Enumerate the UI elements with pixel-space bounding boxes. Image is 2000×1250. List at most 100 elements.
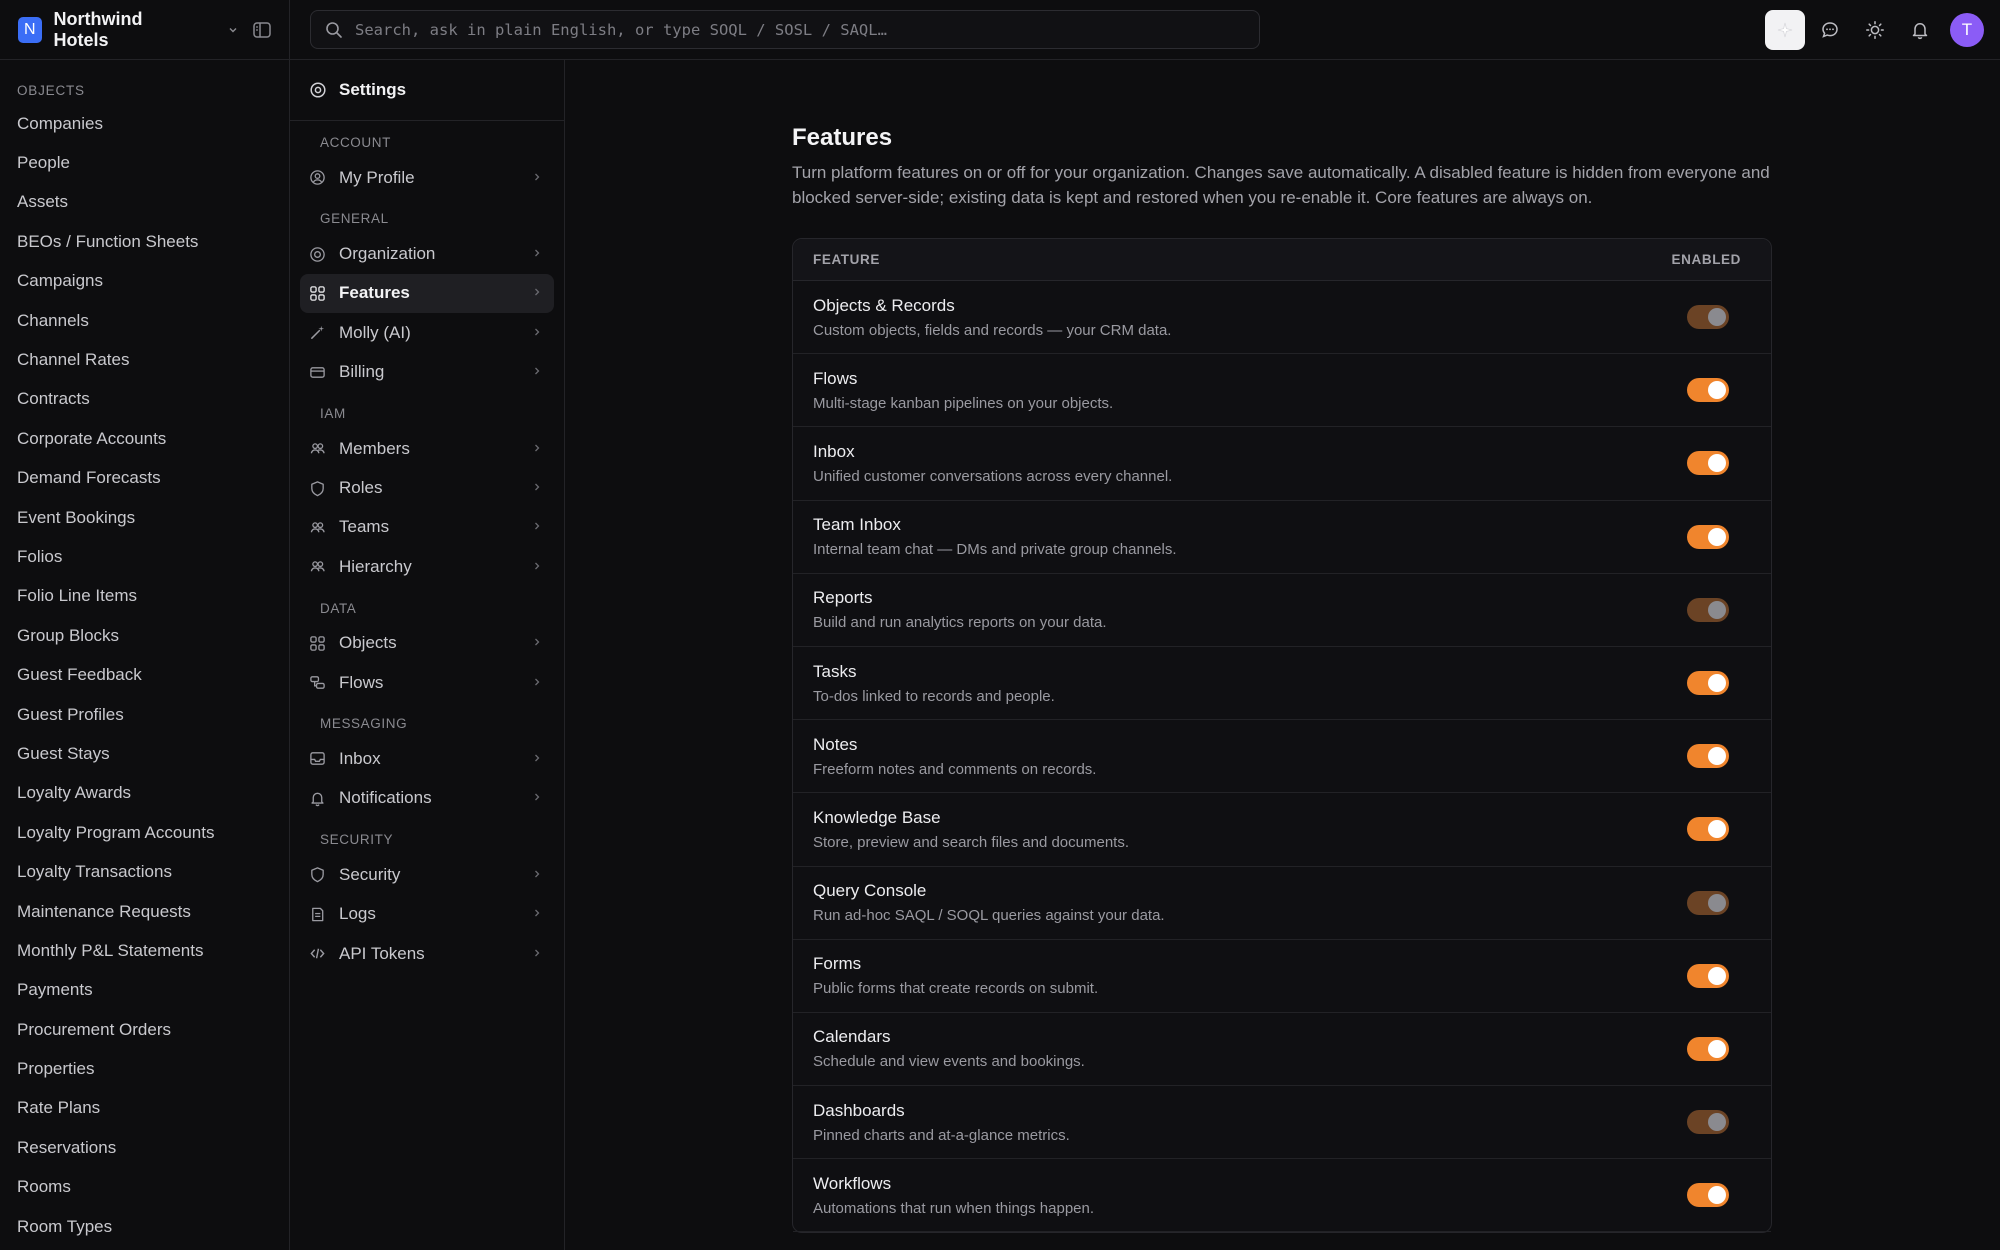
- sidebar-item-group-blocks[interactable]: Group Blocks: [0, 616, 290, 655]
- feature-text: Query Console Run ad-hoc SAQL / SOQL quer…: [813, 881, 1165, 924]
- sidebar-item-event-bookings[interactable]: Event Bookings: [0, 498, 290, 537]
- nav-item-flows[interactable]: Flows: [300, 663, 554, 702]
- sidebar-item-properties[interactable]: Properties: [0, 1049, 290, 1088]
- sidebar-item-folio-line-items[interactable]: Folio Line Items: [0, 577, 290, 616]
- feature-text: Forms Public forms that create records on…: [813, 954, 1098, 997]
- page-description: Turn platform features on or off for you…: [792, 163, 1770, 207]
- sidebar-item-guest-feedback[interactable]: Guest Feedback: [0, 655, 290, 694]
- objects-section-label: OBJECTS: [17, 83, 85, 98]
- sidebar-item-loyalty-program-accounts[interactable]: Loyalty Program Accounts: [0, 813, 290, 852]
- search-box[interactable]: [310, 10, 1260, 49]
- nav-group-label: GENERAL: [320, 211, 389, 227]
- chevron-right-icon: [532, 365, 542, 379]
- chevron-right-icon: [532, 481, 542, 495]
- nav-group-label: MESSAGING: [320, 716, 408, 732]
- sidebar-item-companies[interactable]: Companies: [0, 104, 290, 143]
- sidebar-item-guest-stays[interactable]: Guest Stays: [0, 734, 290, 773]
- nav-group-account: ACCOUNT My Profile: [290, 121, 564, 197]
- sidebar-item-reservations[interactable]: Reservations: [0, 1128, 290, 1167]
- nav-item-objects[interactable]: Objects: [300, 624, 554, 663]
- toggle-knob: [1708, 527, 1726, 546]
- features-table: FEATURE ENABLED Objects & Records Custom …: [792, 238, 1772, 1234]
- toggle-dashboards: [1687, 1110, 1729, 1135]
- nav-item-molly-ai[interactable]: Molly (AI): [300, 313, 554, 352]
- user-circle-icon: [310, 170, 325, 185]
- nav-item-roles[interactable]: Roles: [300, 468, 554, 507]
- chevron-right-icon: [532, 442, 542, 456]
- sidebar-item-assets[interactable]: Assets: [0, 183, 290, 222]
- toggle-reports: [1687, 597, 1729, 622]
- sidebar-item-folios[interactable]: Folios: [0, 537, 290, 576]
- nav-item-logs[interactable]: Logs: [300, 894, 554, 933]
- toggle-team-inbox[interactable]: [1687, 524, 1729, 549]
- toggle-knowledge-base[interactable]: [1687, 817, 1729, 842]
- toggle-forms[interactable]: [1687, 963, 1729, 988]
- feature-description: Internal team chat — DMs and private gro…: [813, 541, 1177, 559]
- sidebar-item-room-types[interactable]: Room Types: [0, 1207, 290, 1246]
- sidebar-item-channel-rates[interactable]: Channel Rates: [0, 340, 290, 379]
- sidebar-item-contracts[interactable]: Contracts: [0, 380, 290, 419]
- nav-item-my-profile[interactable]: My Profile: [300, 158, 554, 197]
- feature-row-flows: Flows Multi-stage kanban pipelines on you…: [793, 354, 1771, 428]
- nav-item-features[interactable]: Features: [300, 273, 554, 314]
- feature-name: Knowledge Base: [813, 807, 941, 827]
- page-title: Features: [792, 124, 893, 151]
- sidebar-item-payments[interactable]: Payments: [0, 971, 290, 1010]
- toggle-workflows[interactable]: [1687, 1183, 1729, 1208]
- nav-item-organization[interactable]: Organization: [300, 234, 554, 273]
- nav-item-members[interactable]: Members: [300, 429, 554, 468]
- notifications-button[interactable]: [1900, 10, 1940, 50]
- sidebar-item-beos-function-sheets[interactable]: BEOs / Function Sheets: [0, 222, 290, 261]
- toggle-flows[interactable]: [1687, 378, 1729, 403]
- feature-name: Reports: [813, 588, 873, 608]
- sidebar-toggle-icon[interactable]: [253, 21, 271, 38]
- toggle-inbox[interactable]: [1687, 451, 1729, 476]
- nav-item-security[interactable]: Security: [300, 855, 554, 894]
- sidebar-item-people[interactable]: People: [0, 143, 290, 182]
- feature-description: Unified customer conversations across ev…: [813, 467, 1173, 485]
- sidebar-item-monthly-pandl-statements[interactable]: Monthly P&L Statements: [0, 931, 290, 970]
- feature-name: Flows: [813, 368, 858, 388]
- toggle-calendars[interactable]: [1687, 1036, 1729, 1061]
- sidebar-item-loyalty-awards[interactable]: Loyalty Awards: [0, 774, 290, 813]
- nav-item-label: Teams: [339, 517, 390, 537]
- chevron-down-icon[interactable]: [226, 24, 239, 36]
- nav-item-hierarchy[interactable]: Hierarchy: [300, 547, 554, 586]
- workspace-name[interactable]: Northwind Hotels: [54, 9, 189, 51]
- toggle-tasks[interactable]: [1687, 671, 1729, 696]
- chevron-right-icon: [532, 247, 542, 261]
- feature-name: Forms: [813, 954, 862, 974]
- chevron-right-icon: [532, 520, 542, 534]
- sidebar-item-channels[interactable]: Channels: [0, 301, 290, 340]
- sidebar-item-demand-forecasts[interactable]: Demand Forecasts: [0, 459, 290, 498]
- nav-item-inbox[interactable]: Inbox: [300, 739, 554, 778]
- nav-item-billing[interactable]: Billing: [300, 353, 554, 392]
- sidebar-item-maintenance-requests[interactable]: Maintenance Requests: [0, 892, 290, 931]
- nav-item-teams[interactable]: Teams: [300, 508, 554, 547]
- nav-item-notifications[interactable]: Notifications: [300, 779, 554, 818]
- sidebar-item-rate-plans[interactable]: Rate Plans: [0, 1089, 290, 1128]
- search-input[interactable]: [355, 20, 1235, 39]
- sidebar-item-loyalty-transactions[interactable]: Loyalty Transactions: [0, 852, 290, 891]
- sidebar-item-campaigns[interactable]: Campaigns: [0, 262, 290, 301]
- user-avatar[interactable]: T: [1950, 13, 1984, 47]
- nav-item-label: Flows: [339, 672, 384, 692]
- feature-row-team-inbox: Team Inbox Internal team chat — DMs and p…: [793, 501, 1771, 574]
- toggle-notes[interactable]: [1687, 744, 1729, 769]
- ai-assistant-button[interactable]: [1765, 10, 1805, 50]
- chat-button[interactable]: [1810, 10, 1850, 50]
- toggle-knob: [1708, 820, 1726, 839]
- toggle-query-console: [1687, 890, 1729, 915]
- workspace-logo[interactable]: N: [18, 16, 42, 43]
- sidebar-item-rooms[interactable]: Rooms: [0, 1168, 290, 1207]
- feature-row-dashboards: Dashboards Pinned charts and at-a-glance …: [793, 1086, 1771, 1160]
- settings-header: Settings: [290, 60, 564, 121]
- sidebar-item-procurement-orders[interactable]: Procurement Orders: [0, 1010, 290, 1049]
- gear-icon: [310, 82, 326, 98]
- nav-item-api-tokens[interactable]: API Tokens: [300, 934, 554, 973]
- sidebar-item-corporate-accounts[interactable]: Corporate Accounts: [0, 419, 290, 458]
- features-page: Features Turn platform features on or of…: [566, 60, 2000, 1250]
- theme-toggle-button[interactable]: [1855, 10, 1895, 50]
- sidebar-item-guest-profiles[interactable]: Guest Profiles: [0, 695, 290, 734]
- chevron-right-icon: [532, 676, 542, 690]
